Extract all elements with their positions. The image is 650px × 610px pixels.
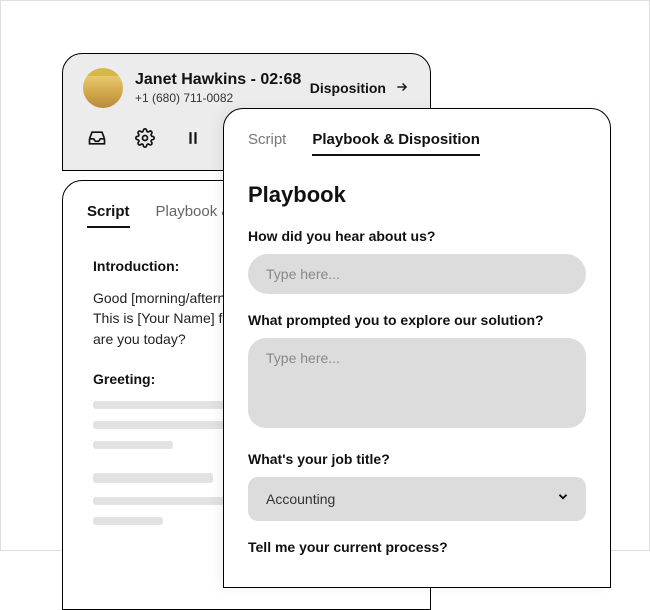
arrow-right-icon: [394, 80, 410, 97]
hear-about-us-input[interactable]: [248, 254, 586, 294]
contact-name: Janet Hawkins - 02:68: [135, 71, 310, 89]
tab-playbook-disposition[interactable]: Playbook & Disposition: [312, 131, 480, 156]
gear-icon[interactable]: [135, 128, 155, 148]
question-current-process: Tell me your current process?: [248, 539, 586, 555]
skeleton-line: [93, 441, 173, 449]
prompted-input[interactable]: [248, 338, 586, 428]
job-title-select-wrap: Accounting: [248, 477, 586, 521]
tab-script[interactable]: Script: [87, 203, 130, 228]
tab-script[interactable]: Script: [248, 131, 286, 156]
question-prompted: What prompted you to explore our solutio…: [248, 312, 586, 328]
avatar: [83, 68, 123, 108]
skeleton-line: [93, 517, 163, 525]
question-job-title: What's your job title?: [248, 451, 586, 467]
disposition-button[interactable]: Disposition: [310, 80, 410, 97]
playbook-card: Script Playbook & Disposition Playbook H…: [223, 108, 611, 588]
pause-icon[interactable]: [183, 128, 203, 148]
job-title-select[interactable]: Accounting: [248, 477, 586, 521]
playbook-tabs: Script Playbook & Disposition: [248, 131, 586, 156]
skeleton-line: [93, 473, 213, 483]
inbox-icon[interactable]: [87, 128, 107, 148]
playbook-title: Playbook: [248, 182, 586, 208]
contact-phone: +1 (680) 711-0082: [135, 91, 310, 105]
question-hear-about-us: How did you hear about us?: [248, 228, 586, 244]
call-meta: Janet Hawkins - 02:68 +1 (680) 711-0082: [135, 71, 310, 105]
call-header: Janet Hawkins - 02:68 +1 (680) 711-0082 …: [83, 68, 410, 108]
disposition-label: Disposition: [310, 80, 386, 96]
